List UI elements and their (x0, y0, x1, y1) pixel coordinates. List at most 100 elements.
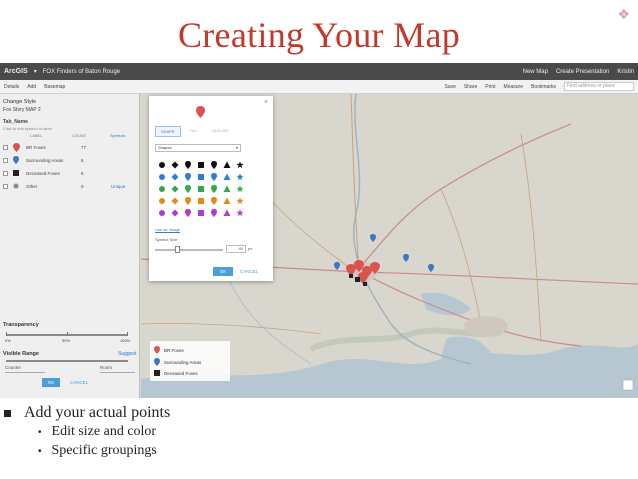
pin-icon[interactable] (211, 197, 217, 205)
star-icon[interactable] (236, 197, 244, 205)
map-legend-label: Deceased Foxes (164, 370, 198, 376)
new-map-link[interactable]: New Map (523, 69, 548, 75)
sub-bullet-item: • Edit size and color (38, 424, 156, 440)
circle-icon[interactable] (159, 174, 165, 180)
arcgis-screenshot: ArcGIS ▾ FOX Finders of Baton Rouge New … (0, 63, 638, 398)
row-checkbox[interactable] (3, 157, 8, 163)
pin-icon[interactable] (185, 173, 191, 181)
triangle-icon[interactable] (223, 161, 231, 169)
legend-row-surrounding[interactable]: Surrounding Areas 8 (3, 155, 137, 165)
share-button[interactable]: Share (464, 84, 477, 90)
diamond-icon[interactable] (171, 161, 179, 169)
search-input[interactable]: Find address or place (564, 82, 634, 91)
add-button[interactable]: Add (27, 84, 36, 90)
map-legend-row: Deceased Foxes (154, 370, 198, 376)
circle-icon[interactable] (159, 162, 165, 168)
basemap-button[interactable]: Basemap (44, 84, 65, 90)
layer-name: Fox Story MAP 2 (3, 107, 41, 113)
symbol-size-slider[interactable] (155, 249, 223, 251)
pin-icon[interactable] (185, 197, 191, 205)
unique-link[interactable]: Unique (111, 184, 125, 189)
pin-icon[interactable] (185, 185, 191, 193)
square-icon[interactable] (198, 162, 204, 168)
pin-icon[interactable] (211, 173, 217, 181)
symbol-size-input[interactable]: 40 (226, 245, 246, 253)
square-icon[interactable] (198, 198, 204, 204)
circle-icon[interactable] (159, 186, 165, 192)
blue-pin-icon[interactable] (12, 156, 20, 164)
pin-icon[interactable] (185, 209, 191, 217)
legend-row-other[interactable]: Other 0 Unique (3, 181, 137, 191)
triangle-icon[interactable] (223, 197, 231, 205)
details-button[interactable]: Details (4, 84, 19, 90)
shape-category-select[interactable]: Shapes ▾ (155, 144, 241, 152)
legend-row-br-foxes[interactable]: BR Foxes 77 (3, 142, 137, 152)
suggest-link[interactable]: Suggest (118, 351, 136, 357)
row-checkbox[interactable] (3, 183, 8, 189)
row-checkbox[interactable] (3, 144, 8, 150)
triangle-icon[interactable] (223, 185, 231, 193)
shape-category-value: Shapes (158, 145, 172, 150)
dot-bullet-icon: • (38, 426, 42, 438)
red-pin-icon[interactable] (12, 142, 20, 152)
triangle-icon[interactable] (223, 173, 231, 181)
diamond-icon[interactable] (171, 197, 179, 205)
pin-icon[interactable] (211, 161, 217, 169)
gray-dot-icon[interactable] (12, 183, 20, 189)
slider-tick (127, 332, 128, 336)
sub-bullet-text: Edit size and color (51, 424, 157, 439)
sub-bullet-text: Specific groupings (51, 443, 157, 458)
visible-range-slider[interactable] (6, 360, 128, 362)
print-button[interactable]: Print (485, 84, 495, 90)
visible-range-label: Visible Range (3, 351, 39, 357)
pin-icon[interactable] (185, 161, 191, 169)
row-checkbox[interactable] (3, 170, 8, 176)
corner-ornament-icon: ❖ (617, 6, 630, 22)
create-presentation-link[interactable]: Create Presentation (556, 69, 609, 75)
star-icon[interactable] (236, 185, 244, 193)
legend-row-deceased[interactable]: Deceased Foxes 5 (3, 168, 137, 178)
square-bullet-icon (4, 409, 11, 417)
diamond-icon[interactable] (171, 173, 179, 181)
panel-hint: Click to edit symbol or label (3, 126, 52, 131)
triangle-icon[interactable] (223, 209, 231, 217)
diamond-icon[interactable] (171, 209, 179, 217)
panel-ok-button[interactable]: OK (42, 378, 60, 387)
dialog-ok-button[interactable]: OK (213, 267, 233, 276)
black-square-icon[interactable] (12, 170, 20, 176)
star-icon[interactable] (236, 161, 244, 169)
circle-icon[interactable] (159, 198, 165, 204)
row-count: 0 (81, 183, 84, 189)
dialog-cancel-button[interactable]: CANCEL (240, 267, 258, 276)
symbol-size-unit: px (248, 246, 253, 251)
square-icon[interactable] (198, 186, 204, 192)
bookmarks-button[interactable]: Bookmarks (531, 84, 556, 90)
tab-shape[interactable]: SHAPE (155, 126, 181, 137)
measure-button[interactable]: Measure (504, 84, 523, 90)
square-icon[interactable] (198, 174, 204, 180)
shape-grid[interactable] (157, 160, 257, 222)
symbol-size-handle[interactable] (175, 246, 180, 253)
panel-cancel-button[interactable]: CANCEL (70, 378, 88, 387)
circle-icon[interactable] (159, 210, 165, 216)
black-square-icon (154, 370, 160, 376)
square-icon[interactable] (198, 210, 204, 216)
range-from-select[interactable]: Counter (5, 365, 45, 373)
tab-outline[interactable]: OUTLINE (207, 126, 234, 137)
col-symbols[interactable]: Symbols (110, 133, 125, 138)
pin-icon[interactable] (211, 185, 217, 193)
row-count: 8 (81, 157, 84, 163)
use-image-link[interactable]: Use an Image (155, 227, 180, 232)
user-menu[interactable]: Kristin (617, 69, 634, 75)
diamond-icon[interactable] (171, 185, 179, 193)
pin-icon[interactable] (211, 209, 217, 217)
star-icon[interactable] (236, 209, 244, 217)
tick-label: 0% (5, 338, 11, 343)
star-icon[interactable] (236, 173, 244, 181)
close-icon[interactable]: × (264, 99, 268, 106)
tab-fill[interactable]: FILL (185, 126, 203, 137)
save-button[interactable]: Save (445, 84, 456, 90)
menu-icon[interactable]: ▾ (34, 68, 37, 75)
panel-heading: Change Style (3, 99, 37, 105)
range-to-select[interactable]: Room (100, 365, 135, 373)
